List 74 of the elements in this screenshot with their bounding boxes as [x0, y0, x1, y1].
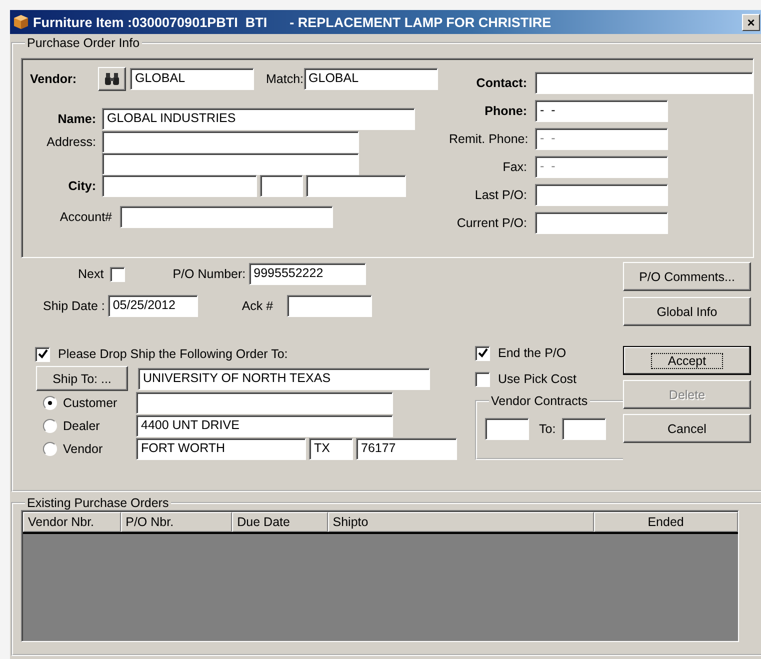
contact-field[interactable] [535, 212, 668, 234]
ship-to-address-field[interactable]: 4400 UNT DRIVE [136, 414, 393, 436]
option-checkbox[interactable] [475, 372, 490, 386]
checkbox-label: End the P/O [498, 346, 566, 360]
column-header[interactable]: Due Date [232, 512, 328, 532]
field-label: Ack # [242, 299, 274, 313]
field-label: Name: [56, 112, 96, 126]
field-label: Account# [58, 210, 112, 224]
ship-to-address-field[interactable] [136, 392, 393, 414]
field-label: Address: [46, 135, 96, 149]
close-button[interactable]: × [742, 14, 760, 30]
field-label: City: [67, 179, 96, 193]
checkbox-label: Next [78, 267, 104, 281]
dialog-button[interactable]: Cancel [623, 414, 751, 443]
radio-label: Vendor [63, 442, 104, 456]
po-number-field[interactable]: 9995552222 [248, 263, 366, 285]
binoculars-icon [104, 72, 120, 86]
column-header[interactable]: Ended [594, 512, 738, 532]
column-header[interactable]: Shipto [328, 512, 594, 532]
contact-field[interactable]: - - [535, 100, 668, 122]
match-field[interactable]: GLOBAL [304, 68, 438, 90]
vendor-field[interactable]: GLOBAL [130, 68, 254, 90]
contract-to-field[interactable] [562, 418, 606, 440]
ship-to-zip-field[interactable]: 76177 [356, 438, 457, 460]
ship-to-name-field[interactable]: UNIVERSITY OF NORTH TEXAS [138, 368, 430, 390]
ship-to-button[interactable]: Ship To: ... [36, 366, 128, 391]
state-field[interactable] [260, 175, 303, 197]
zip-field[interactable] [306, 175, 406, 197]
field-label: P/O Number: [172, 267, 246, 281]
group-label: Purchase Order Info [26, 36, 141, 50]
radio-button[interactable] [43, 442, 57, 456]
field-label: Contact: [475, 76, 527, 90]
name-field[interactable]: GLOBAL INDUSTRIES [102, 108, 415, 130]
field-label: Match: [266, 72, 304, 86]
ship-to-state-field[interactable]: TX [309, 438, 353, 460]
checkbox-label: Use Pick Cost [498, 372, 576, 386]
account-field[interactable] [120, 206, 333, 228]
option-checkbox[interactable] [475, 346, 490, 360]
contact-field[interactable]: - - [535, 128, 668, 150]
radio-button[interactable] [43, 418, 57, 432]
contract-from-field[interactable] [485, 418, 529, 440]
dialog-button[interactable]: Global Info [623, 297, 751, 326]
city-field[interactable] [102, 175, 257, 197]
drop-ship-checkbox[interactable] [35, 346, 50, 362]
vendor-search-button[interactable] [98, 67, 126, 91]
next-checkbox[interactable] [110, 266, 125, 282]
radio-button[interactable] [43, 396, 57, 410]
box-icon [13, 14, 29, 30]
group-label: Vendor Contracts [490, 394, 589, 408]
window-title: Furniture Item :0300070901PBTI BTI - REPLACEMENT LAMP FOR CHRISTIRE [33, 14, 552, 30]
column-header[interactable]: Vendor Nbr. [23, 512, 121, 532]
address-field[interactable] [102, 131, 359, 153]
field-label: Last P/O: [474, 188, 527, 202]
ship-date-field[interactable]: 05/25/2012 [108, 295, 198, 317]
checkbox-label: Please Drop Ship the Following Order To: [58, 347, 288, 361]
ack-field[interactable] [287, 295, 372, 317]
field-label: Fax: [502, 160, 527, 174]
group-label: Existing Purchase Orders [26, 496, 170, 510]
field-label: Current P/O: [456, 216, 527, 230]
field-label: To: [539, 422, 556, 436]
field-label: Remit. Phone: [449, 132, 527, 146]
ship-to-city-field[interactable]: FORT WORTH [136, 438, 306, 460]
dialog-button[interactable]: Accept [623, 346, 751, 375]
field-label: Vendor: [30, 72, 78, 86]
column-header[interactable]: P/O Nbr. [120, 512, 232, 532]
radio-label: Customer [63, 396, 118, 410]
field-label: Ship Date : [43, 299, 105, 313]
field-label: Phone: [484, 104, 527, 118]
dialog-button[interactable]: P/O Comments... [623, 262, 751, 291]
contact-field[interactable]: - - [535, 156, 668, 178]
contact-field[interactable] [535, 72, 753, 94]
radio-label: Dealer [63, 418, 101, 432]
contact-field[interactable] [535, 184, 668, 206]
address-field[interactable] [102, 153, 359, 175]
